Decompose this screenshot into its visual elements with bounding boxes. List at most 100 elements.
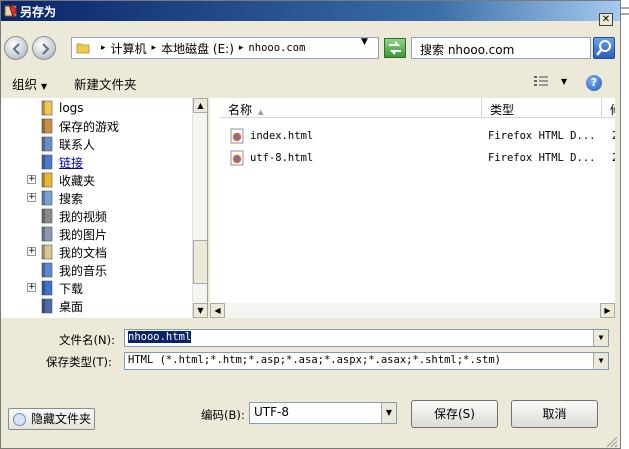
expand-toggle[interactable]: +	[27, 175, 36, 184]
breadcrumb-separator: ▸	[101, 43, 106, 53]
column-header-name[interactable]: 名称 ▲	[220, 98, 482, 118]
window-title: 另存为	[20, 5, 57, 19]
filetype-label: 保存类型(T):	[46, 355, 112, 369]
tree-item-label: 下载	[59, 281, 84, 296]
refresh-button[interactable]	[384, 38, 406, 58]
file-type: Firefox HTML D...	[488, 130, 596, 142]
chevron-down-icon: ▼	[41, 82, 48, 91]
tree-item[interactable]: logs	[39, 99, 84, 117]
address-row: ▸ 计算机 ▸ 本地磁盘 (E:) ▸ nhooo.com ▼ 搜索 nhooo…	[1, 34, 620, 62]
file-row[interactable]: utf-8.htmlFirefox HTML D...2(	[210, 148, 615, 168]
refresh-icon	[389, 41, 401, 55]
address-dropdown-icon[interactable]: ▼	[361, 37, 368, 47]
tree-item[interactable]: 我的文档	[39, 243, 107, 261]
forward-button[interactable]	[32, 36, 56, 60]
tree-item[interactable]: 保存的游戏	[39, 117, 119, 135]
cancel-button[interactable]: 取消	[511, 400, 598, 428]
tree-item[interactable]: 收藏夹	[39, 171, 95, 189]
downloads-icon	[41, 280, 53, 296]
tree-item[interactable]: 我的音乐	[39, 261, 107, 279]
scroll-down-button[interactable]: ▼	[193, 303, 207, 318]
back-button[interactable]	[4, 36, 28, 60]
html-file-icon	[230, 128, 244, 144]
tree-item-label: 链接	[59, 155, 84, 170]
tree-item[interactable]: 链接	[39, 153, 83, 171]
tree-item-label: 搜索	[59, 191, 84, 206]
hide-folders-button[interactable]: 隐藏文件夹	[8, 408, 95, 430]
column-header-type[interactable]: 类型	[482, 98, 602, 118]
desktop-icon	[41, 298, 53, 314]
tree-item-label: 我的音乐	[59, 263, 108, 278]
tree-item[interactable]: 联系人	[39, 135, 95, 153]
column-name-label: 名称	[228, 103, 253, 117]
close-button[interactable]: ✕	[599, 13, 613, 26]
search-button[interactable]	[593, 37, 615, 59]
breadcrumb-computer[interactable]: 计算机	[111, 40, 147, 57]
scroll-thumb[interactable]	[193, 240, 207, 284]
expand-toggle[interactable]: +	[27, 193, 36, 202]
encoding-value: UTF-8	[254, 405, 289, 419]
nav-vertical-scrollbar[interactable]: ▲ ▼	[192, 98, 207, 318]
encoding-select[interactable]: UTF-8 ▼	[249, 402, 397, 424]
hide-folders-label: 隐藏文件夹	[31, 412, 92, 426]
view-dropdown-icon[interactable]: ▼	[561, 77, 567, 86]
navigation-pane: logs 保存的游戏 联系人 链接 + 收藏夹 + 搜索 我的视频 我的图片 + 我的文档 我的音乐 + 下…	[1, 98, 208, 318]
view-options-icon[interactable]	[534, 75, 548, 88]
tree-item-label: 联系人	[59, 137, 96, 152]
tree-item[interactable]: 下载	[39, 279, 83, 297]
tree-item-label: 收藏夹	[59, 173, 96, 188]
save-button[interactable]: 保存(S)	[411, 400, 498, 428]
breadcrumb-folder[interactable]: nhooo.com	[248, 42, 305, 54]
filetype-select[interactable]: HTML (*.html;*.htm;*.asp;*.asa;*.aspx;*.…	[124, 352, 609, 370]
sort-ascending-icon: ▲	[258, 108, 264, 116]
filename-dropdown-icon[interactable]: ▼	[593, 330, 608, 346]
collapse-up-icon	[13, 413, 26, 426]
tree-item[interactable]: 我的视频	[39, 207, 107, 225]
new-folder-button[interactable]: 新建文件夹	[74, 74, 137, 93]
tree-item-label: 桌面	[59, 299, 84, 314]
file-row[interactable]: index.htmlFirefox HTML D...2(	[210, 126, 615, 146]
saved-games-icon	[41, 118, 53, 134]
organize-button[interactable]: 组织 ▼	[12, 74, 47, 93]
favorites-icon	[41, 172, 53, 188]
help-button[interactable]: ?	[586, 75, 602, 91]
contacts-icon	[41, 136, 53, 152]
search-icon	[41, 190, 53, 206]
scroll-left-button[interactable]: ◀	[210, 303, 225, 318]
tree-item[interactable]: 桌面	[39, 297, 83, 315]
save-as-icon	[4, 4, 18, 19]
title-bar: 另存为	[1, 1, 620, 21]
file-vertical-scrollbar-area	[600, 98, 615, 303]
pictures-icon	[41, 226, 53, 242]
address-bar[interactable]: ▸ 计算机 ▸ 本地磁盘 (E:) ▸ nhooo.com	[71, 37, 379, 59]
tree-item-label: 我的图片	[59, 227, 108, 242]
forward-arrow-icon	[42, 43, 50, 55]
links-icon	[41, 154, 53, 170]
scroll-right-button[interactable]: ▶	[600, 303, 615, 318]
folder-icon	[41, 100, 53, 116]
horizontal-scrollbar[interactable]: ◀ ▶	[210, 303, 615, 318]
resize-grip-icon[interactable]	[604, 434, 618, 448]
tree-item-label: logs	[59, 101, 84, 115]
expand-toggle[interactable]: +	[27, 283, 36, 292]
breadcrumb-drive[interactable]: 本地磁盘 (E:)	[161, 40, 234, 57]
breadcrumb-separator: ▸	[238, 43, 244, 53]
videos-icon	[41, 208, 53, 224]
tree-item[interactable]: 我的图片	[39, 225, 107, 243]
filetype-dropdown-icon[interactable]: ▼	[593, 353, 608, 369]
expand-toggle[interactable]: +	[27, 247, 36, 256]
html-file-icon	[230, 150, 244, 166]
save-as-dialog: 另存为 ✕ ▸ 计算机 ▸ 本地磁盘 (E:) ▸ nhooo.com ▼ 搜索…	[0, 0, 621, 449]
file-list: 名称▲ 类型 修 index.htmlFirefox HTML D...2(ut…	[210, 98, 615, 318]
tree-item[interactable]: 搜索	[39, 189, 83, 207]
filename-field[interactable]: nhooo.html ▼	[124, 329, 609, 347]
file-name: utf-8.html	[250, 152, 314, 164]
filetype-value: HTML (*.html;*.htm;*.asp;*.asa;*.aspx;*.…	[128, 354, 501, 366]
filename-value: nhooo.html	[128, 331, 192, 343]
encoding-dropdown-icon[interactable]: ▼	[381, 403, 396, 423]
tree-item-label: 我的视频	[59, 209, 108, 224]
scroll-up-button[interactable]: ▲	[193, 98, 207, 113]
encoding-label: 编码(B):	[201, 408, 245, 422]
music-icon	[41, 262, 53, 278]
search-input[interactable]: 搜索 nhooo.com	[411, 37, 591, 59]
